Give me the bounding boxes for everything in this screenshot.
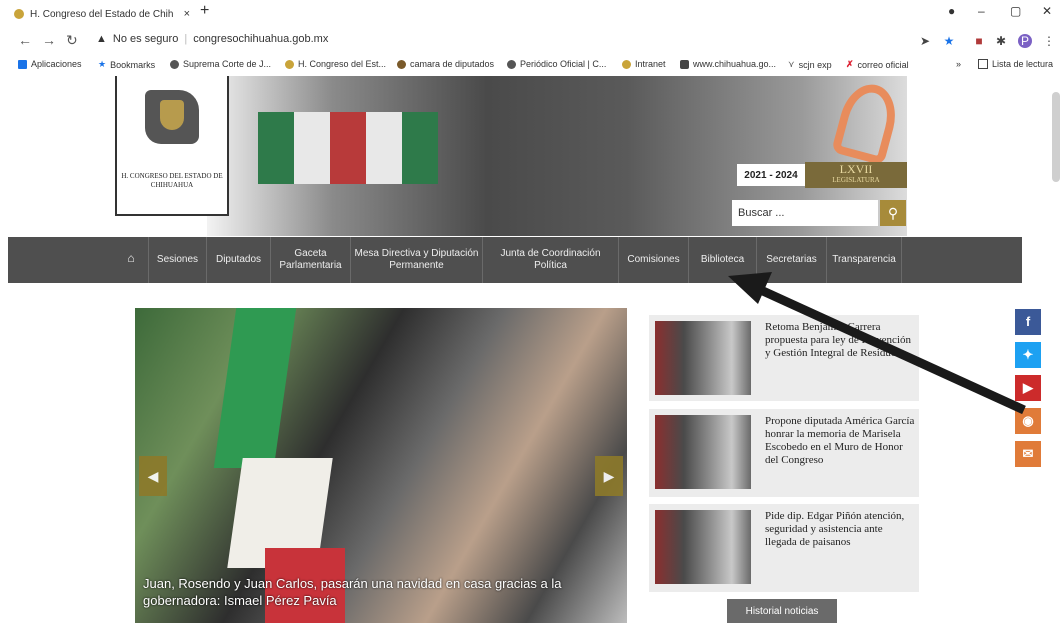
annotation-arrow bbox=[728, 272, 1026, 415]
arrow-shaft bbox=[750, 281, 1026, 415]
